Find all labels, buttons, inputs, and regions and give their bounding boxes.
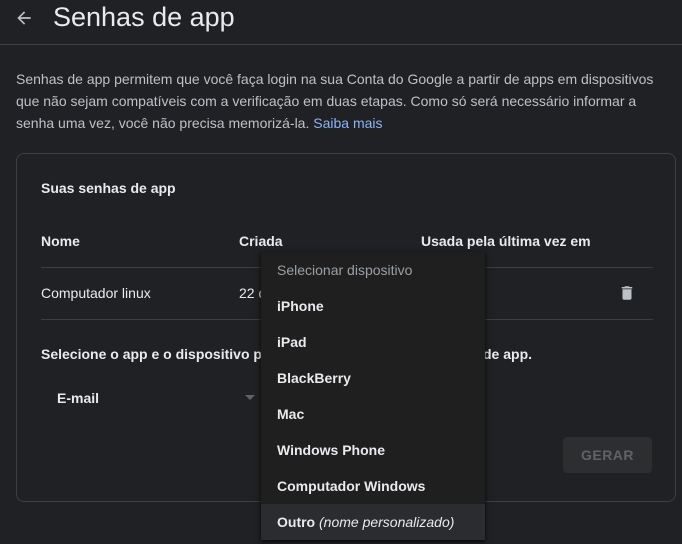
device-option-ipad[interactable]: iPad bbox=[261, 324, 485, 360]
device-option-iphone[interactable]: iPhone bbox=[261, 288, 485, 324]
app-select[interactable]: E-mail bbox=[41, 376, 266, 420]
delete-password-button[interactable] bbox=[617, 282, 637, 304]
device-option-windows-computer[interactable]: Computador Windows bbox=[261, 468, 485, 504]
column-header-last-used: Usada pela última vez em bbox=[421, 233, 591, 249]
back-button[interactable] bbox=[10, 4, 38, 32]
device-option-mac[interactable]: Mac bbox=[261, 396, 485, 432]
app-header: Senhas de app bbox=[0, 0, 682, 45]
trash-icon bbox=[621, 286, 633, 300]
dropdown-placeholder: Selecionar dispositivo bbox=[277, 262, 413, 278]
select-prompt-tail: de app. bbox=[483, 346, 533, 362]
caret-down-icon bbox=[245, 395, 255, 400]
device-option-blackberry[interactable]: BlackBerry bbox=[261, 360, 485, 396]
page-title: Senhas de app bbox=[53, 2, 235, 32]
generate-button[interactable]: GERAR bbox=[563, 437, 652, 473]
other-hint: (nome personalizado) bbox=[319, 514, 455, 530]
other-label: Outro bbox=[277, 514, 316, 530]
card-title: Suas senhas de app bbox=[41, 180, 176, 196]
app-select-value: E-mail bbox=[57, 390, 100, 406]
row-name: Computador linux bbox=[41, 285, 151, 301]
select-prompt: Selecione o app e o dispositivo pa bbox=[41, 346, 270, 362]
learn-more-link[interactable]: Saiba mais bbox=[313, 115, 382, 131]
device-option-other[interactable]: Outro (nome personalizado) bbox=[261, 504, 485, 540]
column-header-created: Criada bbox=[239, 233, 283, 249]
arrow-back-icon bbox=[17, 11, 31, 25]
device-option-windows-phone[interactable]: Windows Phone bbox=[261, 432, 485, 468]
device-dropdown-menu: Selecionar dispositivo iPhone iPad Black… bbox=[261, 252, 485, 540]
description-text: Senhas de app permitem que você faça log… bbox=[16, 68, 672, 134]
column-header-name: Nome bbox=[41, 233, 80, 249]
